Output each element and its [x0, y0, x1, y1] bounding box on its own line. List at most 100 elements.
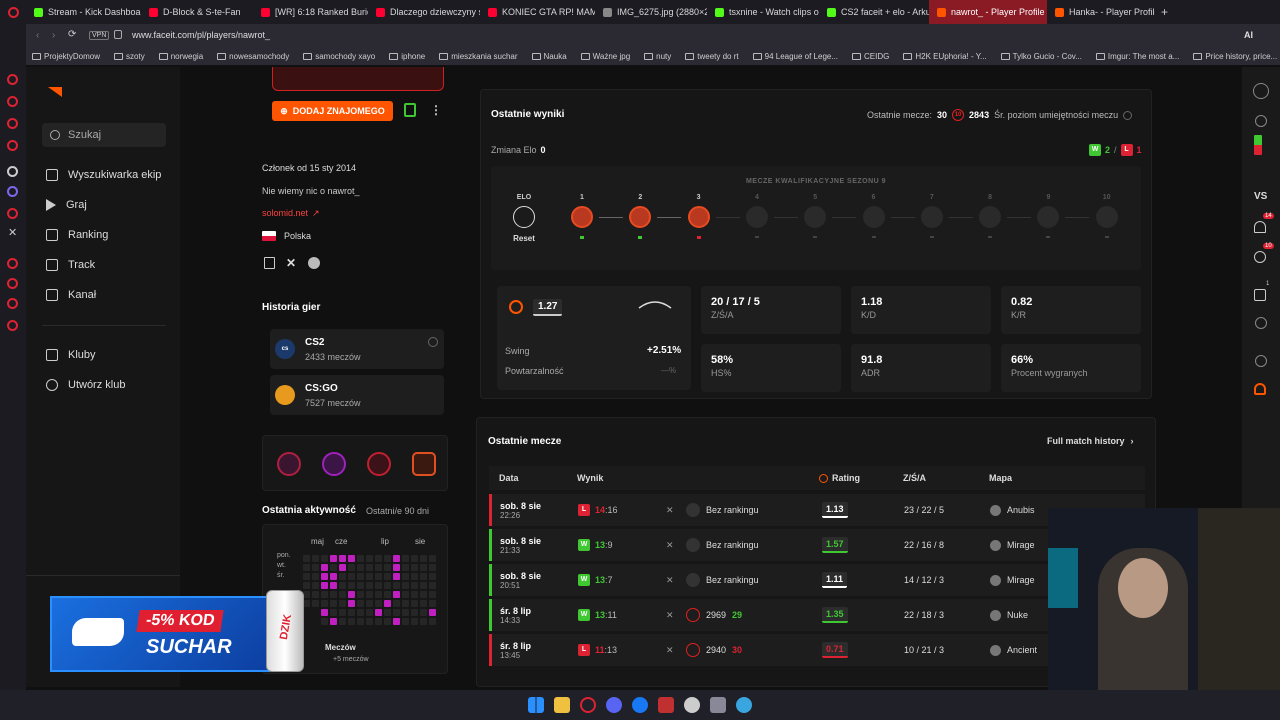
heatmap-cell[interactable] [321, 618, 328, 625]
heatmap-cell[interactable] [321, 564, 328, 571]
nav-item-play[interactable]: Graj [46, 199, 87, 211]
file-explorer-icon[interactable] [554, 697, 570, 713]
heatmap-cell[interactable] [393, 555, 400, 562]
heatmap-cell[interactable] [357, 591, 364, 598]
heatmap-cell[interactable] [402, 573, 409, 580]
heatmap-cell[interactable] [411, 573, 418, 580]
qualification-step[interactable]: 1 [571, 194, 593, 254]
vpn-badge[interactable]: VPN [89, 31, 110, 40]
heatmap-cell[interactable] [411, 564, 418, 571]
heatmap-cell[interactable] [357, 564, 364, 571]
bookmark-item[interactable]: tweety do rt [685, 52, 739, 61]
heatmap-cell[interactable] [393, 573, 400, 580]
sidebar-app-icon[interactable] [7, 186, 18, 197]
col-result[interactable]: Wynik [577, 473, 603, 483]
heatmap-cell[interactable] [375, 564, 382, 571]
browser-tab[interactable]: [WR] 6:18 Ranked Buried [253, 0, 368, 24]
badge-icon[interactable] [322, 452, 346, 476]
heatmap-cell[interactable] [420, 591, 427, 598]
heatmap-cell[interactable] [357, 609, 364, 616]
heatmap-cell[interactable] [411, 618, 418, 625]
heatmap-cell[interactable] [429, 591, 436, 598]
heatmap-cell[interactable] [348, 600, 355, 607]
heatmap-cell[interactable] [303, 591, 310, 598]
heatmap-cell[interactable] [312, 600, 319, 607]
heatmap-cell[interactable] [303, 555, 310, 562]
heatmap-cell[interactable] [411, 555, 418, 562]
friends-icon[interactable] [1254, 251, 1266, 263]
ai-label[interactable]: AI [1244, 30, 1253, 40]
bookmark-item[interactable]: norwegia [158, 52, 203, 61]
heatmap-cell[interactable] [312, 555, 319, 562]
sidebar-app-icon[interactable] [7, 166, 18, 177]
heatmap-cell[interactable] [429, 555, 436, 562]
heatmap-cell[interactable] [357, 555, 364, 562]
stat-card[interactable]: 58% HS% [701, 344, 841, 392]
back-icon[interactable]: ‹ [36, 30, 39, 41]
sidebar-app-icon[interactable] [7, 320, 18, 331]
heatmap-cell[interactable] [321, 582, 328, 589]
faceit-logo-icon[interactable] [48, 87, 62, 97]
heatmap-cell[interactable] [366, 582, 373, 589]
heatmap-cell[interactable] [348, 564, 355, 571]
qualification-step[interactable]: 8 [979, 194, 1002, 254]
nav-item-channel[interactable]: Kanał [46, 289, 96, 301]
browser-tab[interactable]: D-Block & S-te-Fan [141, 0, 253, 24]
bookmark-item[interactable]: Tylko Gucio - Cov... [1000, 52, 1082, 61]
heatmap-cell[interactable] [384, 609, 391, 616]
full-match-history-link[interactable]: Full match history › [1047, 436, 1134, 446]
heatmap-cell[interactable] [393, 582, 400, 589]
heatmap-cell[interactable] [330, 582, 337, 589]
heatmap-cell[interactable] [393, 591, 400, 598]
heatmap-cell[interactable] [402, 609, 409, 616]
heatmap-cell[interactable] [303, 582, 310, 589]
heatmap-cell[interactable] [339, 573, 346, 580]
heatmap-cell[interactable] [402, 600, 409, 607]
x-icon[interactable]: ✕ [8, 226, 17, 239]
heatmap-cell[interactable] [393, 564, 400, 571]
heatmap-cell[interactable] [402, 555, 409, 562]
table-row[interactable]: śr. 8 lip 13:45 L 11 : 13 ✕ 2940 30 0.71… [489, 634, 1145, 666]
more-options-icon[interactable]: ⋮ [430, 103, 442, 117]
nav-item-ranking[interactable]: Ranking [46, 229, 108, 241]
nav-item-team-finder[interactable]: Wyszukiwarka ekip [46, 169, 161, 181]
heatmap-cell[interactable] [366, 609, 373, 616]
heatmap-cell[interactable] [384, 564, 391, 571]
heatmap-cell[interactable] [375, 618, 382, 625]
headset-icon[interactable] [1254, 383, 1266, 395]
col-map[interactable]: Mapa [989, 473, 1012, 483]
bookmark-item[interactable]: samochody xayo [303, 52, 375, 61]
reload-icon[interactable]: ⟳ [68, 29, 76, 40]
heatmap-cell[interactable] [312, 582, 319, 589]
x-social-icon[interactable]: ✕ [286, 256, 296, 270]
heatmap-cell[interactable] [366, 591, 373, 598]
heatmap-cell[interactable] [321, 555, 328, 562]
bookmark-item[interactable]: Nauka [531, 52, 567, 61]
heatmap-cell[interactable] [348, 573, 355, 580]
col-kda[interactable]: Z/Ś/A [903, 473, 926, 483]
table-row[interactable]: śr. 8 lip 14:33 W 13 : 11 ✕ 2969 29 1.35… [489, 599, 1145, 631]
windows-start-icon[interactable] [528, 697, 544, 713]
sidebar-app-icon[interactable] [7, 298, 18, 309]
heatmap-cell[interactable] [303, 573, 310, 580]
heatmap-cell[interactable] [321, 609, 328, 616]
bookmark-item[interactable]: iphone [389, 52, 425, 61]
heatmap-cell[interactable] [402, 591, 409, 598]
heatmap-cell[interactable] [429, 564, 436, 571]
heatmap-cell[interactable] [420, 609, 427, 616]
qualification-step[interactable]: 9 [1037, 194, 1060, 254]
heatmap-cell[interactable] [321, 573, 328, 580]
notification-bell-icon[interactable] [1254, 221, 1266, 233]
browser-tab[interactable]: Hanka- - Player Profile - [1047, 0, 1155, 24]
heatmap-cell[interactable] [384, 573, 391, 580]
heatmap-cell[interactable] [330, 573, 337, 580]
bookmark-item[interactable]: nowesamochody [217, 52, 289, 61]
steam-taskbar-icon[interactable] [684, 697, 700, 713]
sidebar-app-icon[interactable] [7, 96, 18, 107]
globe-icon[interactable] [736, 697, 752, 713]
heatmap-cell[interactable] [429, 573, 436, 580]
browser-tab[interactable]: Dlaczego dziewczyny s [368, 0, 480, 24]
heatmap-cell[interactable] [384, 555, 391, 562]
twitch-icon[interactable] [264, 257, 275, 269]
browser-tab[interactable]: CS2 faceit + elo - Arku [819, 0, 929, 24]
